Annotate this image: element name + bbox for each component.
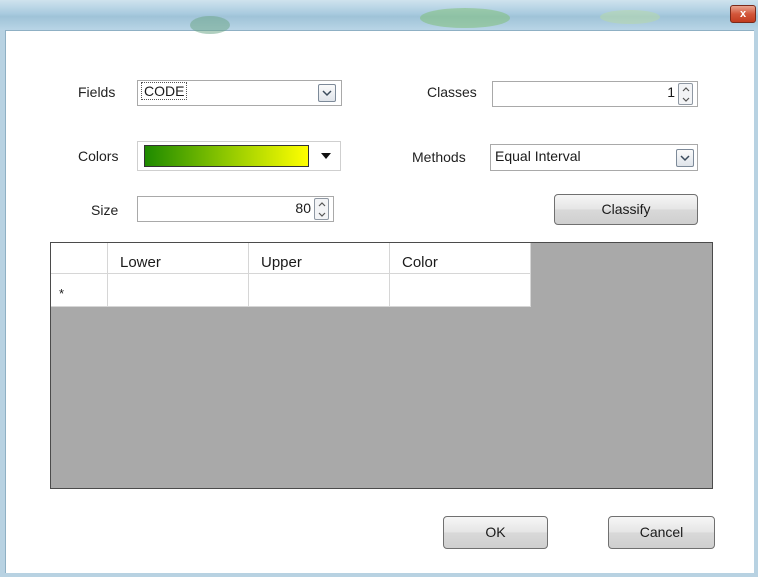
window-frame-bottom (0, 573, 758, 577)
classes-spin-buttons[interactable] (678, 83, 693, 105)
column-header-upper[interactable]: Upper (249, 243, 390, 274)
spin-down-icon[interactable] (315, 209, 328, 219)
dropdown-arrow-icon[interactable] (321, 153, 331, 159)
fields-dropdown-value: CODE (140, 82, 188, 100)
size-spinner[interactable]: 80 (137, 196, 334, 222)
cell-color[interactable] (390, 274, 531, 307)
color-ramp-dropdown[interactable] (137, 141, 341, 171)
chevron-down-icon[interactable] (676, 149, 694, 167)
row-header-corner (51, 243, 108, 274)
close-button[interactable]: x (730, 5, 756, 23)
cancel-button[interactable]: Cancel (608, 516, 715, 549)
methods-dropdown[interactable]: Equal Interval (490, 144, 698, 171)
size-value: 80 (295, 200, 311, 216)
fields-dropdown[interactable]: CODE (137, 80, 342, 106)
colors-label: Colors (78, 148, 119, 164)
window-frame-left (0, 30, 6, 577)
classes-spinner[interactable]: 1 (492, 81, 698, 107)
title-bar: x (0, 0, 758, 34)
title-bar-decoration (190, 16, 230, 34)
methods-dropdown-value: Equal Interval (495, 148, 581, 164)
classes-value: 1 (667, 84, 675, 100)
new-row-marker[interactable]: * (51, 274, 108, 307)
classes-label: Classes (427, 84, 477, 100)
chevron-down-icon[interactable] (318, 84, 336, 102)
title-bar-decoration (420, 8, 510, 28)
spin-up-icon[interactable] (679, 84, 692, 94)
classify-button[interactable]: Classify (554, 194, 698, 225)
cell-lower[interactable] (108, 274, 249, 307)
spin-up-icon[interactable] (315, 199, 328, 209)
ok-button[interactable]: OK (443, 516, 548, 549)
color-ramp-swatch (144, 145, 309, 167)
cell-upper[interactable] (249, 274, 390, 307)
column-header-color[interactable]: Color (390, 243, 531, 274)
title-bar-decoration (600, 10, 660, 24)
column-header-lower[interactable]: Lower (108, 243, 249, 274)
size-label: Size (91, 202, 119, 218)
classification-table[interactable]: Lower Upper Color * (50, 242, 713, 489)
spin-down-icon[interactable] (679, 94, 692, 104)
size-spin-buttons[interactable] (314, 198, 329, 220)
methods-label: Methods (412, 149, 466, 165)
fields-label: Fields (78, 84, 116, 100)
window-frame-right (754, 30, 758, 577)
